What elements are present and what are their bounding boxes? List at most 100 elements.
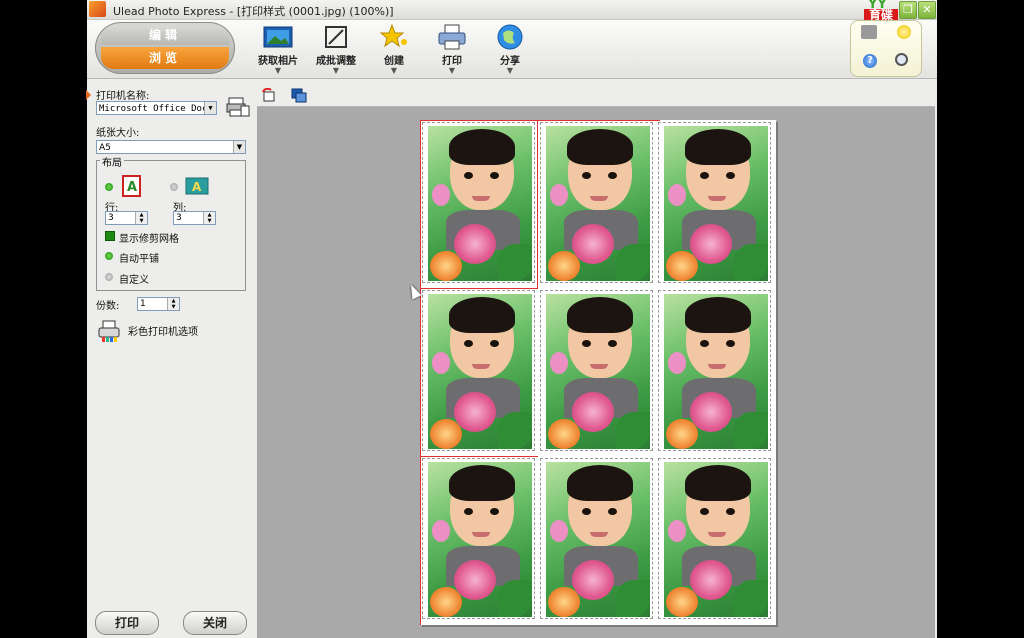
spin-down-icon[interactable]: ▼ [168, 304, 179, 310]
photo-cell[interactable] [540, 122, 653, 283]
chevron-down-icon: ▼ [506, 66, 514, 75]
photo-hair [449, 129, 515, 165]
photo-flowertl [668, 352, 686, 374]
photo-leaf [734, 412, 768, 449]
mode-edit-tab[interactable]: 编辑 [101, 26, 229, 45]
app-window: Ulead Photo Express - [打印样式 (0001.jpg) (… [87, 0, 937, 638]
print-button[interactable]: 打印 [95, 611, 159, 635]
chevron-down-icon[interactable]: ▼ [204, 102, 216, 114]
photo-leaf [616, 412, 650, 449]
printer-properties-icon[interactable] [226, 96, 250, 118]
photo-hair [449, 465, 515, 501]
star-icon [379, 23, 409, 50]
photo-cell[interactable] [658, 290, 771, 451]
photo-eye [490, 340, 499, 347]
landscape-layout-icon[interactable]: A [185, 177, 209, 195]
printer-select-value: Microsoft Office Docu [99, 104, 213, 114]
printer-select[interactable]: Microsoft Office Docu ▼ [96, 101, 217, 115]
help-icon[interactable]: ? [863, 54, 877, 68]
create-label: 创建 [384, 56, 404, 67]
app-icon [89, 1, 106, 17]
spin-arrows[interactable]: ▲ ▼ [135, 212, 147, 224]
photo-rose [454, 560, 496, 600]
spin-arrows[interactable]: ▲ ▼ [203, 212, 215, 224]
photo-flowertl [550, 184, 568, 206]
close-button[interactable]: ✕ [918, 1, 936, 19]
paper-size-select[interactable]: A5 ▼ [96, 140, 246, 154]
batch-adjust-label: 成批调整 [316, 56, 356, 67]
get-photo-button[interactable]: 获取相片 ▼ [252, 24, 304, 76]
share-button[interactable]: 分享 ▼ [484, 24, 536, 76]
lightbulb-icon[interactable] [897, 25, 911, 39]
photo-rose [454, 392, 496, 432]
photo-cell[interactable] [658, 122, 771, 283]
photo-leaf [734, 580, 768, 617]
photo-cell[interactable] [422, 290, 535, 451]
spin-arrows[interactable]: ▲ ▼ [167, 298, 179, 310]
spin-down-icon[interactable]: ▼ [204, 218, 215, 224]
globe-icon [495, 24, 525, 50]
landscape-radio[interactable] [170, 183, 178, 191]
share-label: 分享 [500, 56, 520, 67]
print-settings-panel: 打印机名称: Microsoft Office Docu ▼ 纸张大小: A5 … [87, 79, 257, 638]
copy-pages-icon[interactable] [291, 88, 307, 103]
chevron-down-icon[interactable]: ▼ [233, 141, 245, 153]
photo-leaf [616, 580, 650, 617]
photo-eye [608, 340, 617, 347]
child-portrait-photo [546, 126, 650, 281]
custom-radio[interactable] [105, 273, 113, 281]
photo-eye [726, 340, 735, 347]
columns-spinner[interactable]: 3 ▲ ▼ [173, 211, 216, 225]
info-icon[interactable] [861, 25, 877, 39]
portrait-layout-icon[interactable]: A [122, 175, 142, 197]
portrait-radio[interactable] [105, 183, 113, 191]
create-button[interactable]: 创建 ▼ [368, 23, 420, 76]
photo-mouth [472, 196, 490, 201]
crop-grid-line [420, 120, 421, 625]
spin-down-icon[interactable]: ▼ [136, 218, 147, 224]
columns-value: 3 [176, 213, 182, 223]
photo-flowertl [432, 184, 450, 206]
photo-cell[interactable] [540, 290, 653, 451]
print-preview-area[interactable] [257, 107, 935, 638]
search-icon[interactable] [895, 53, 908, 66]
crop-grid-line [537, 120, 538, 288]
photo-eye [700, 508, 709, 515]
color-printer-options-link[interactable]: 彩色打印机选项 [128, 323, 198, 338]
mode-browse-tab[interactable]: 浏览 [101, 47, 229, 69]
restore-button[interactable]: ❐ [899, 1, 917, 19]
photo-eye [726, 508, 735, 515]
get-photo-label: 获取相片 [258, 56, 298, 67]
photo-mouth [708, 364, 726, 369]
copies-spinner[interactable]: 1 ▲ ▼ [137, 297, 180, 311]
photo-eye [700, 172, 709, 179]
photo-cell[interactable] [540, 458, 653, 619]
photo-hair [449, 297, 515, 333]
photo-orange [548, 587, 580, 617]
photo-eye [582, 340, 591, 347]
paper-size-label: 纸张大小: [96, 128, 140, 139]
photo-cell[interactable] [658, 458, 771, 619]
batch-adjust-button[interactable]: 成批调整 ▼ [310, 24, 362, 76]
photo-cell[interactable] [422, 458, 535, 619]
photo-rose [572, 392, 614, 432]
photo-leaf [498, 412, 532, 449]
preview-toolbar [257, 86, 935, 107]
photo-eye [582, 508, 591, 515]
color-printer-icon[interactable] [98, 319, 122, 343]
child-portrait-photo [546, 294, 650, 449]
photo-eye [490, 508, 499, 515]
photo-hair [567, 465, 633, 501]
print-toolbar-button[interactable]: 打印 ▼ [426, 24, 478, 76]
photo-hair [685, 297, 751, 333]
close-dialog-button[interactable]: 关闭 [183, 611, 247, 635]
photo-cell[interactable] [422, 122, 535, 283]
photo-eye [700, 340, 709, 347]
auto-tile-radio[interactable] [105, 252, 113, 260]
rows-spinner[interactable]: 3 ▲ ▼ [105, 211, 148, 225]
photo-orange [430, 251, 462, 281]
show-crop-grid-checkbox[interactable] [105, 231, 115, 241]
photo-eye [464, 508, 473, 515]
photo-eye [608, 172, 617, 179]
rotate-icon[interactable] [261, 87, 277, 103]
